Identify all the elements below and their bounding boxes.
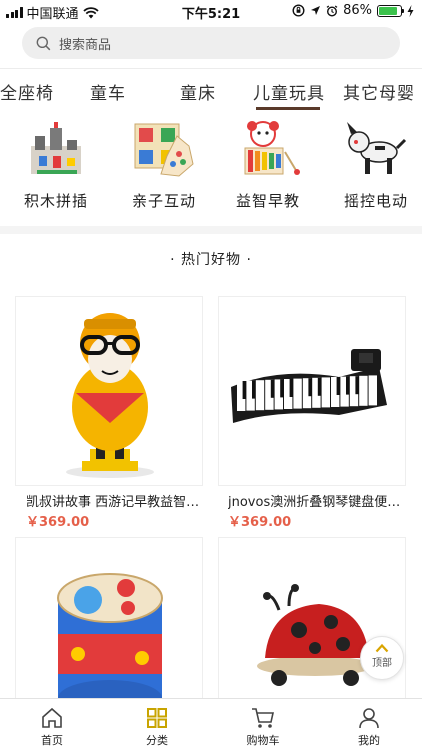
section-divider <box>0 226 422 234</box>
cart-icon <box>252 708 274 728</box>
tab-crib[interactable]: 童床 <box>180 79 216 104</box>
grid-icon <box>147 708 167 728</box>
home-icon <box>42 707 62 728</box>
search-icon <box>36 36 51 50</box>
subcategory-row: 积木拼插 亲子互动 益智早教 摇控电动 <box>0 116 422 224</box>
tab-car-seat[interactable]: 全座椅 <box>0 79 54 104</box>
charging-icon <box>407 4 414 17</box>
chevron-up-icon <box>375 643 389 653</box>
user-icon <box>359 708 379 729</box>
status-right: 86% <box>292 3 414 18</box>
board-game-image <box>134 123 194 177</box>
xylophone-image <box>244 121 300 175</box>
nav-label: 我的 <box>358 734 380 747</box>
nav-home[interactable]: 首页 <box>22 707 82 748</box>
battery-icon <box>377 4 404 17</box>
product-card[interactable] <box>218 296 406 486</box>
orientation-lock-icon <box>292 4 305 17</box>
location-icon <box>311 6 321 15</box>
nav-profile[interactable]: 我的 <box>339 707 399 748</box>
search-input[interactable]: 搜索商品 <box>22 27 400 59</box>
subcategory-label: 摇控电动 <box>343 192 408 210</box>
nav-label: 分类 <box>146 734 168 747</box>
status-bar: 中国联通 下午5:21 86% <box>0 0 422 22</box>
roll-up-piano-image <box>219 297 405 483</box>
nav-category[interactable]: 分类 <box>127 707 187 748</box>
building-blocks-image <box>31 122 81 174</box>
product-price: ￥369.00 <box>26 515 90 530</box>
product-card[interactable] <box>15 537 203 701</box>
bottom-nav: 首页 分类 购物车 我的 <box>0 698 422 750</box>
alarm-icon <box>326 4 338 17</box>
nav-label: 购物车 <box>246 734 280 747</box>
subcategory-parent-child[interactable]: 亲子互动 <box>118 116 210 211</box>
monkey-king-toy-image <box>16 297 202 483</box>
back-to-top-button[interactable]: 顶部 <box>360 636 404 680</box>
product-name[interactable]: jnovos澳洲折叠钢琴键盘便携式 <box>228 491 408 510</box>
subcategory-remote-control[interactable]: 摇控电动 <box>330 116 422 211</box>
subcategory-building-blocks[interactable]: 积木拼插 <box>10 116 102 211</box>
subcategory-educational[interactable]: 益智早教 <box>222 116 314 211</box>
robot-dog-image <box>347 122 407 174</box>
subcategory-label: 亲子互动 <box>131 192 196 210</box>
tab-stroller[interactable]: 童车 <box>90 79 126 104</box>
active-tab-indicator <box>256 107 320 110</box>
nav-label: 首页 <box>41 734 63 747</box>
drum-toy-image <box>16 538 202 700</box>
back-to-top-label: 顶部 <box>372 658 392 669</box>
search-placeholder: 搜索商品 <box>59 37 112 53</box>
product-name[interactable]: 凯叔讲故事 西游记早教益智故事机 <box>26 491 206 510</box>
product-price: ￥369.00 <box>228 515 292 530</box>
battery-percent: 86% <box>343 3 372 18</box>
product-card[interactable] <box>15 296 203 486</box>
subcategory-label: 积木拼插 <box>23 192 88 210</box>
tab-other-baby[interactable]: 其它母婴 <box>343 79 415 104</box>
subcategory-label: 益智早教 <box>235 192 300 210</box>
category-tabs: 全座椅 童车 童床 儿童玩具 其它母婴 <box>0 68 422 110</box>
tab-toys[interactable]: 儿童玩具 <box>253 79 325 104</box>
nav-cart[interactable]: 购物车 <box>233 707 293 748</box>
hot-section-title: · 热门好物 · <box>170 252 252 268</box>
